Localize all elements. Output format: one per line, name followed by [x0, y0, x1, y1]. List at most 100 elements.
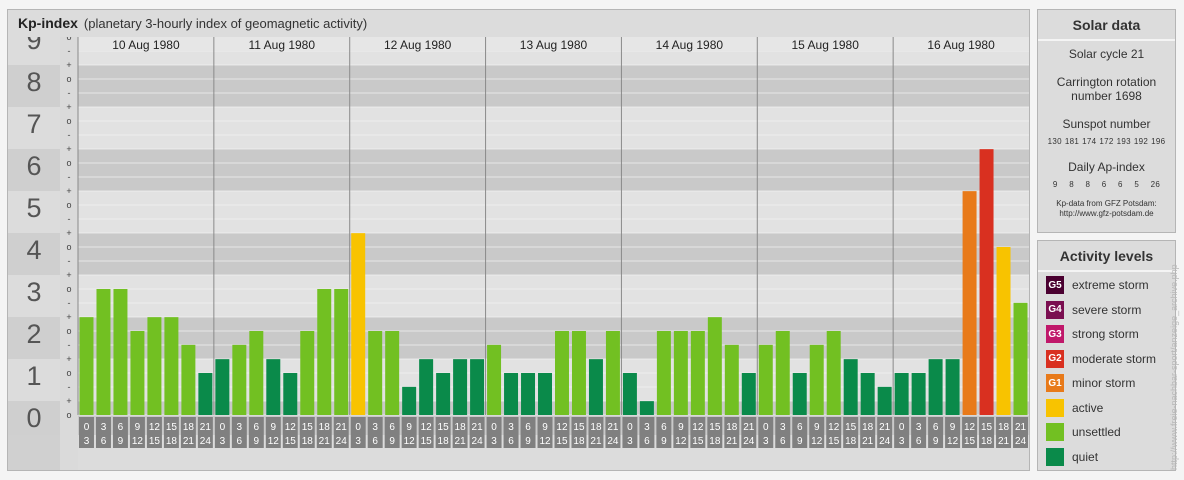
date-label: 15 Aug 1980 [792, 38, 860, 52]
legend-label: unsettled [1072, 425, 1121, 439]
legend-swatch: G2 [1046, 349, 1064, 368]
legend-swatch: G4 [1046, 300, 1064, 319]
y-minor-mark: o [66, 410, 71, 420]
chart-title: Kp-index (planetary 3-hourly index of geo… [18, 15, 367, 31]
interval-start-label: 3 [101, 422, 107, 433]
ap-value: 26 [1150, 180, 1161, 189]
interval-end-label: 9 [525, 436, 531, 447]
date-label: 14 Aug 1980 [656, 38, 724, 52]
interval-start-label: 6 [118, 422, 124, 433]
kp-bar [113, 289, 128, 415]
y-minor-mark: + [66, 312, 71, 322]
y-tick-label: 7 [26, 109, 41, 139]
y-minor-mark: + [66, 354, 71, 364]
interval-start-label: 6 [933, 422, 939, 433]
interval-start-label: 12 [421, 422, 433, 433]
interval-end-label: 9 [254, 436, 260, 447]
interval-end-label: 21 [862, 436, 874, 447]
legend-label: strong storm [1072, 327, 1139, 341]
y-minor-mark: o [66, 74, 71, 84]
interval-start-label: 18 [998, 422, 1010, 433]
sunspot-value: 193 [1116, 137, 1131, 146]
kp-bar [300, 331, 315, 415]
grid-band [78, 191, 1029, 233]
grid-band [78, 275, 1029, 317]
interval-start-label: 12 [828, 422, 840, 433]
y-tick-label: 3 [26, 277, 41, 307]
kp-bar [266, 359, 281, 415]
legend-label: extreme storm [1072, 278, 1149, 292]
interval-start-label: 12 [964, 422, 976, 433]
grid-band [78, 107, 1029, 149]
y-minor-mark: - [68, 46, 71, 56]
interval-start-label: 9 [271, 422, 277, 433]
interval-start-label: 6 [389, 422, 395, 433]
kp-bar [436, 373, 451, 415]
kp-bar [368, 331, 383, 415]
interval-end-label: 18 [845, 436, 857, 447]
ap-value: 9 [1052, 180, 1058, 189]
legend-swatch: G5 [1046, 276, 1064, 294]
interval-start-label: 18 [726, 422, 738, 433]
y-minor-mark: o [66, 368, 71, 378]
y-minor-mark: + [66, 270, 71, 280]
y-minor-mark: - [68, 88, 71, 98]
interval-end-label: 18 [573, 436, 585, 447]
interval-start-label: 21 [336, 422, 348, 433]
date-label: 16 Aug 1980 [927, 38, 995, 52]
kp-bar [181, 344, 196, 415]
interval-end-label: 3 [763, 436, 769, 447]
date-label: 11 Aug 1980 [249, 38, 316, 52]
sunspot-values: 130 181 174 172 193 192 196 [1038, 137, 1175, 146]
interval-end-label: 15 [149, 436, 161, 447]
kp-bar [453, 359, 468, 415]
y-minor-mark: - [68, 298, 71, 308]
kp-bar [962, 191, 977, 415]
kp-bar [928, 359, 943, 415]
interval-start-label: 9 [542, 422, 548, 433]
y-tick-label: 9 [26, 37, 41, 55]
interval-end-label: 15 [692, 436, 704, 447]
y-minor-mark: o [66, 116, 71, 126]
interval-end-label: 12 [268, 436, 280, 447]
interval-end-label: 9 [661, 436, 667, 447]
interval-start-label: 3 [372, 422, 378, 433]
watermark-url: http://www.freie-nachbar-sport/anzeige_a… [1169, 264, 1179, 470]
interval-end-label: 9 [118, 436, 124, 447]
interval-end-label: 24 [607, 436, 619, 447]
legend-swatch [1046, 447, 1064, 466]
interval-end-label: 24 [879, 436, 891, 447]
y-tick-label: 5 [26, 193, 41, 223]
sunspot-value: 174 [1082, 137, 1097, 146]
interval-end-label: 6 [101, 436, 107, 447]
y-tick-label: 2 [26, 319, 41, 349]
kp-bar [979, 149, 994, 415]
kp-bar [588, 359, 603, 415]
interval-start-label: 3 [508, 422, 514, 433]
y-tick-label: 6 [26, 151, 41, 181]
interval-end-label: 15 [556, 436, 568, 447]
ap-value: 6 [1118, 180, 1123, 189]
interval-start-label: 15 [573, 422, 585, 433]
legend-swatch [1046, 398, 1064, 417]
kp-bar [639, 401, 654, 415]
solar-cycle: Solar cycle 21 [1068, 47, 1145, 61]
kp-bar [232, 344, 247, 415]
interval-start-label: 9 [678, 422, 684, 433]
interval-start-label: 21 [472, 422, 484, 433]
legend-label: quiet [1072, 449, 1099, 464]
kp-bar [758, 344, 773, 415]
interval-start-label: 9 [950, 422, 956, 433]
y-minor-mark: + [66, 228, 71, 238]
kp-bar [79, 317, 94, 415]
interval-end-label: 21 [455, 436, 467, 447]
kp-bar [96, 289, 111, 415]
kp-bar [130, 331, 145, 415]
interval-end-label: 6 [916, 436, 922, 447]
interval-end-label: 24 [472, 436, 484, 447]
legend-item: G5 extreme storm [1046, 275, 1149, 295]
y-minor-mark: o [66, 242, 71, 252]
legend-item: active [1046, 398, 1103, 418]
legend-label: active [1072, 400, 1104, 415]
sunspot-value: 192 [1133, 137, 1149, 146]
